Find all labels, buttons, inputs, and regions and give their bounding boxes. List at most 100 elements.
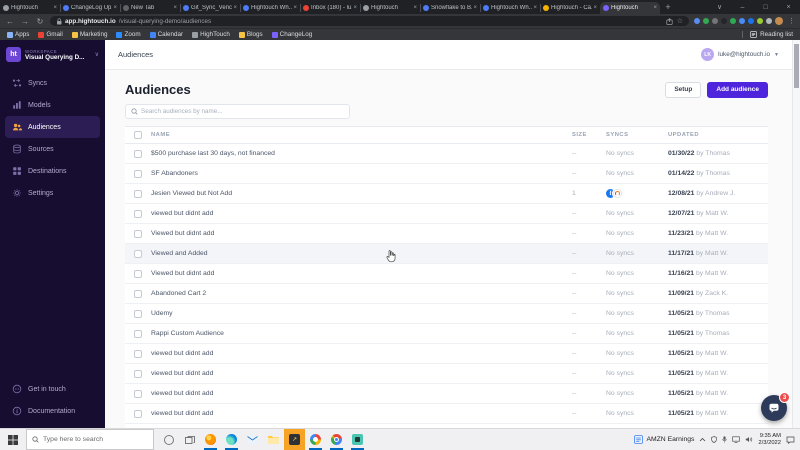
extension-icon[interactable]	[694, 18, 700, 24]
bookmark-item[interactable]: ChangeLog	[271, 31, 312, 38]
notification-center-icon[interactable]	[786, 436, 795, 444]
browser-tab[interactable]: Hightouch Wh... ×	[480, 2, 540, 14]
sidebar-item-audiences[interactable]: Audiences	[5, 116, 100, 138]
task-view-icon[interactable]	[179, 429, 200, 450]
sidebar-item-syncs[interactable]: Syncs	[5, 72, 100, 94]
back-icon[interactable]: ←	[5, 17, 15, 26]
audience-name[interactable]: Jesien Viewed but Not Add	[151, 190, 572, 197]
taskbar-search[interactable]: Type here to search	[26, 429, 154, 450]
table-row[interactable]: $500 purchase last 30 days, not financed…	[125, 144, 768, 164]
browser-tab[interactable]: Hightouch ×	[600, 2, 660, 14]
browser-tab[interactable]: ChangeLog Up... ×	[60, 2, 120, 14]
row-checkbox[interactable]	[134, 189, 142, 198]
table-row[interactable]: viewed but didnt add -- No syncs 11/05/2…	[125, 364, 768, 384]
sidebar-item-sources[interactable]: Sources	[5, 138, 100, 160]
bookmark-item[interactable]: Calendar	[149, 31, 183, 38]
extension-icon[interactable]	[766, 18, 772, 24]
bookmark-item[interactable]: Gmail	[38, 31, 63, 38]
audience-name[interactable]: $500 purchase last 30 days, not financed	[151, 150, 572, 157]
tab-search-chevron-icon[interactable]: ∨	[708, 3, 731, 11]
firefox-icon[interactable]	[200, 429, 221, 450]
audience-name[interactable]: Viewed and Added	[151, 250, 572, 257]
bookmark-item[interactable]: Blogs	[238, 31, 263, 38]
tab-close-icon[interactable]: ×	[593, 5, 597, 11]
display-icon[interactable]	[732, 436, 741, 443]
row-checkbox[interactable]	[134, 309, 142, 318]
workspace-switcher[interactable]: ht WORKSPACE Visual Querying D... ∨	[0, 40, 105, 68]
audience-name[interactable]: SF Abandoners	[151, 170, 572, 177]
sidebar-item-documentation[interactable]: Documentation	[5, 400, 100, 422]
audience-name[interactable]: Viewed but didnt add	[151, 230, 572, 237]
extension-icon[interactable]	[757, 18, 763, 24]
extension-icon[interactable]	[712, 18, 718, 24]
table-row[interactable]: Jesien Viewed but Not Add 1 f 12/08/21 b…	[125, 184, 768, 204]
tab-close-icon[interactable]: ×	[293, 5, 297, 11]
tray-chevron-up-icon[interactable]	[699, 437, 706, 442]
tab-close-icon[interactable]: ×	[233, 5, 237, 11]
audience-name[interactable]: viewed but didnt add	[151, 210, 572, 217]
row-checkbox[interactable]	[134, 229, 142, 238]
bookmark-item[interactable]: HighTouch	[192, 31, 230, 38]
tab-close-icon[interactable]: ×	[353, 5, 357, 11]
table-row[interactable]: viewed but didnt add -- No syncs 11/05/2…	[125, 384, 768, 404]
audience-name[interactable]: viewed but didnt add	[151, 390, 572, 397]
mail-icon[interactable]	[242, 429, 263, 450]
reading-list[interactable]: Reading list	[742, 31, 793, 38]
browser-tab[interactable]: Hightouch - Ca... ×	[540, 2, 600, 14]
new-tab-button[interactable]: +	[660, 2, 676, 14]
forward-icon[interactable]: →	[20, 17, 30, 26]
profile-avatar-icon[interactable]	[775, 17, 783, 25]
column-header-syncs[interactable]: SYNCS	[606, 132, 668, 138]
microphone-icon[interactable]	[722, 436, 728, 443]
file-explorer-icon[interactable]	[263, 429, 284, 450]
shield-icon[interactable]	[711, 436, 718, 443]
row-checkbox[interactable]	[134, 249, 142, 258]
sidebar-item-get-in-touch[interactable]: Get in touch	[5, 378, 100, 400]
start-button[interactable]	[0, 429, 26, 450]
audience-search[interactable]	[125, 104, 350, 119]
chrome-icon[interactable]	[326, 429, 347, 450]
browser-tab[interactable]: Hightouch ×	[0, 2, 60, 14]
table-row[interactable]: viewed but didnt add -- No syncs 11/05/2…	[125, 344, 768, 364]
table-row[interactable]: Udemy -- No syncs 11/05/21 by Thomas	[125, 304, 768, 324]
speaker-icon[interactable]	[745, 436, 753, 443]
browser-tab[interactable]: Git_Sync_Venc... ×	[180, 2, 240, 14]
extension-icon[interactable]	[748, 18, 754, 24]
pinwheel-app-icon[interactable]	[305, 429, 326, 450]
tab-close-icon[interactable]: ×	[113, 5, 117, 11]
maximize-icon[interactable]: □	[754, 4, 777, 11]
column-header-updated[interactable]: UPDATED	[668, 132, 768, 138]
close-icon[interactable]: ×	[777, 4, 800, 11]
news-widget[interactable]: AMZN Earnings	[634, 435, 694, 444]
taskbar-clock[interactable]: 9:35 AM 2/3/2022	[758, 433, 781, 447]
menu-kebab-icon[interactable]: ⋮	[788, 17, 795, 25]
cortana-icon[interactable]	[158, 429, 179, 450]
column-header-size[interactable]: SIZE	[572, 132, 606, 138]
tab-close-icon[interactable]: ×	[653, 5, 657, 11]
browser-tab[interactable]: Hightouch Wh... ×	[240, 2, 300, 14]
row-checkbox[interactable]	[134, 329, 142, 338]
add-audience-button[interactable]: Add audience	[707, 81, 768, 98]
minimize-icon[interactable]: –	[731, 4, 754, 11]
audience-name[interactable]: Abandoned Cart 2	[151, 290, 572, 297]
table-row[interactable]: Abandoned Cart 2 -- No syncs 11/09/21 by…	[125, 284, 768, 304]
row-checkbox[interactable]	[134, 209, 142, 218]
edge-icon[interactable]	[221, 429, 242, 450]
bookmark-item[interactable]: Zoom	[116, 31, 141, 38]
table-row[interactable]: Viewed and Added -- No syncs 11/17/21 by…	[125, 244, 768, 264]
tab-close-icon[interactable]: ×	[53, 5, 57, 11]
screen-recorder-icon[interactable]	[347, 429, 368, 450]
browser-tab[interactable]: Hightouch ×	[360, 2, 420, 14]
user-menu[interactable]: LK luke@hightouch.io ▼	[701, 48, 779, 61]
audience-name[interactable]: viewed but didnt add	[151, 410, 572, 417]
browser-tab[interactable]: Inbox (180) - lu... ×	[300, 2, 360, 14]
row-checkbox[interactable]	[134, 169, 142, 178]
audience-name[interactable]: Rappi Custom Audience	[151, 330, 572, 337]
audience-name[interactable]: Viewed but didnt add	[151, 270, 572, 277]
table-row[interactable]: Viewed but didnt add -- No syncs 11/16/2…	[125, 264, 768, 284]
table-row[interactable]: viewed but didnt add -- No syncs 11/05/2…	[125, 404, 768, 424]
select-all-checkbox[interactable]	[134, 131, 142, 139]
audience-name[interactable]: viewed but didnt add	[151, 370, 572, 377]
audience-name[interactable]: Udemy	[151, 310, 572, 317]
search-input[interactable]	[141, 108, 344, 115]
